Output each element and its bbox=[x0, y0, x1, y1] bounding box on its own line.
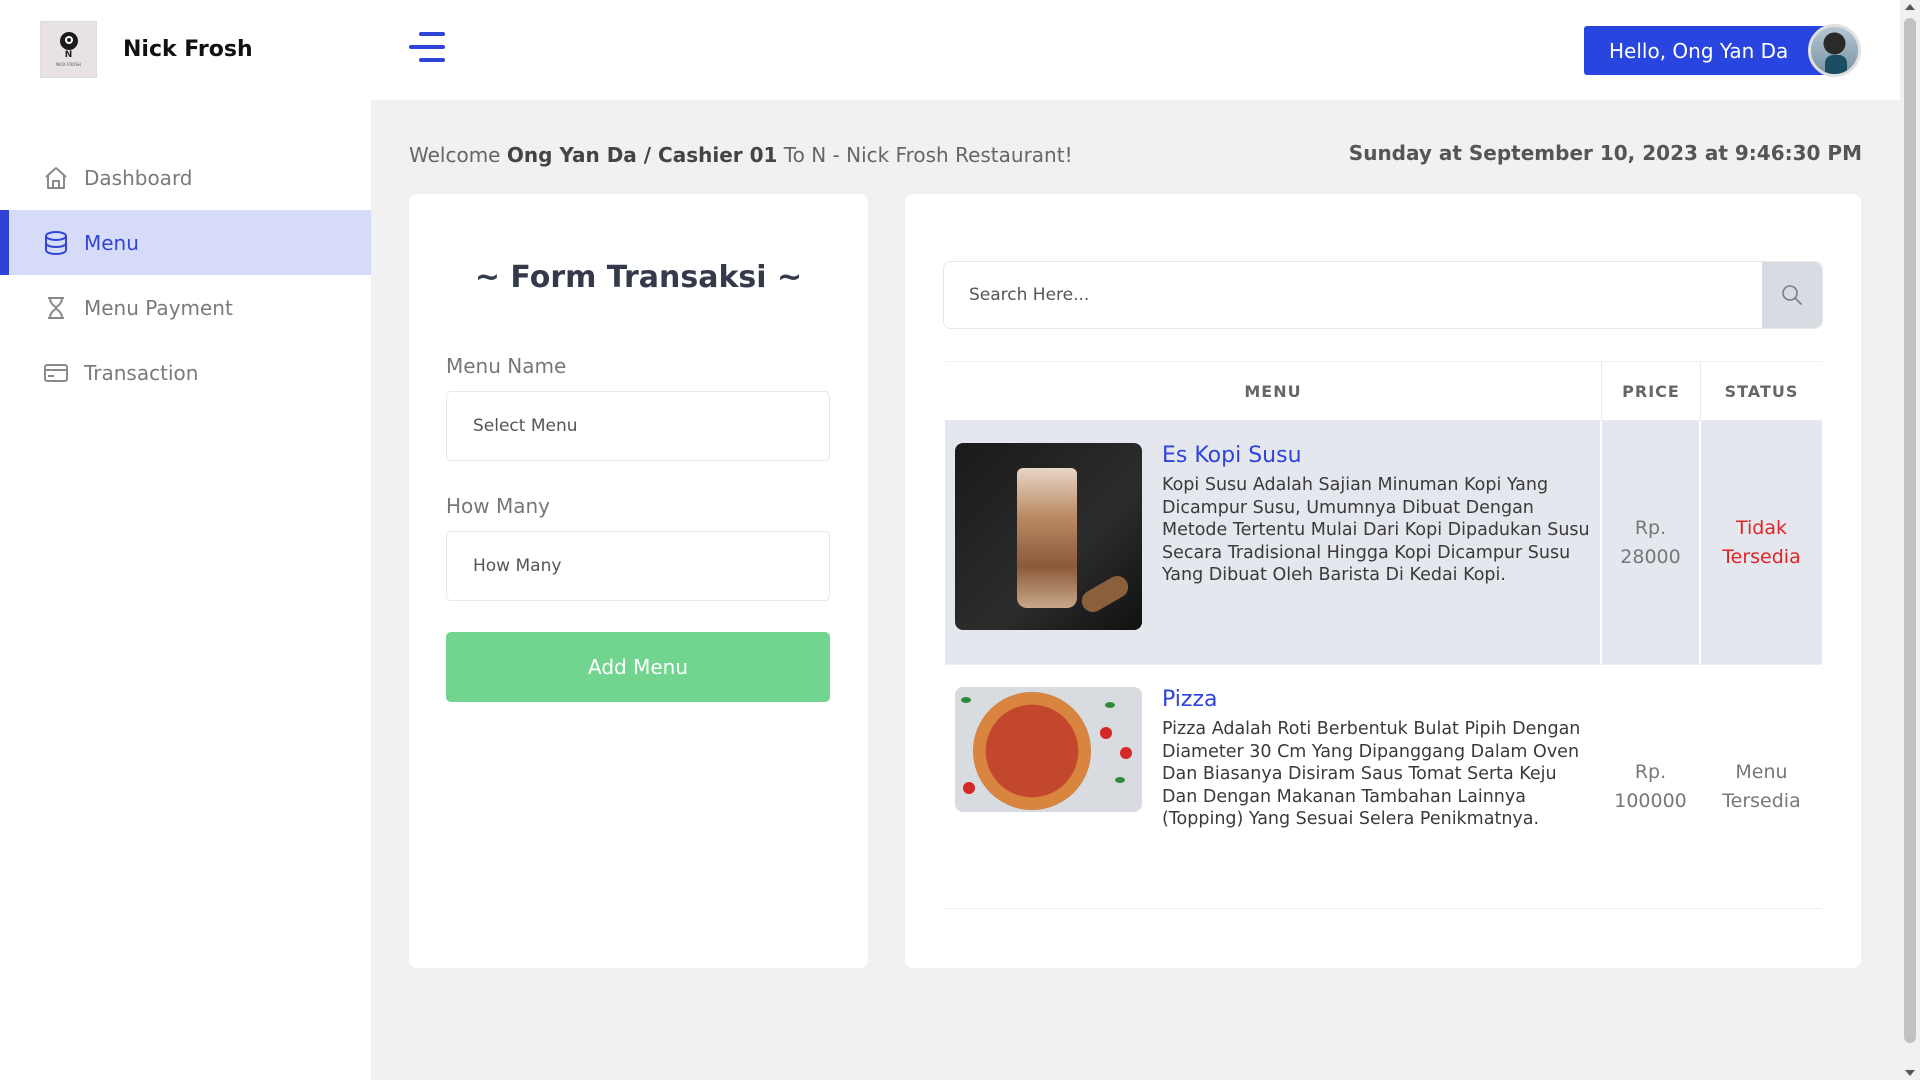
status-cell: Tidak Tersedia bbox=[1701, 421, 1822, 664]
scroll-down-arrow-icon[interactable] bbox=[1905, 1070, 1915, 1076]
item-name[interactable]: Es Kopi Susu bbox=[1162, 443, 1590, 468]
current-datetime: Sunday at September 10, 2023 at 9:46:30 … bbox=[1348, 141, 1862, 165]
price-cell: Rp. 28000 bbox=[1602, 421, 1701, 664]
search-input[interactable]: Search Here... bbox=[944, 262, 1764, 328]
avatar[interactable] bbox=[1808, 24, 1861, 77]
menu-cell: Es Kopi Susu Kopi Susu Adalah Sajian Min… bbox=[945, 421, 1602, 664]
menu-name-label: Menu Name bbox=[446, 354, 567, 378]
hamburger-line bbox=[419, 32, 445, 36]
welcome-user: Ong Yan Da / Cashier 01 bbox=[506, 143, 778, 167]
item-info: Pizza Pizza Adalah Roti Berbentuk Bulat … bbox=[1162, 687, 1590, 831]
table-row[interactable]: Es Kopi Susu Kopi Susu Adalah Sajian Min… bbox=[945, 421, 1822, 665]
sidebar-item-label: Transaction bbox=[84, 360, 199, 385]
sidebar-item-transaction[interactable]: Transaction bbox=[0, 340, 371, 405]
table-header: MENU PRICE STATUS bbox=[945, 361, 1822, 421]
sidebar: N NICK FROSH Nick Frosh Dashboard Menu M… bbox=[0, 0, 371, 1080]
brand-logo: N NICK FROSH bbox=[40, 21, 97, 78]
column-header-status: STATUS bbox=[1724, 381, 1799, 401]
scrollbar-thumb[interactable] bbox=[1904, 18, 1916, 1043]
price-value: 28000 bbox=[1620, 545, 1681, 568]
how-many-placeholder: How Many bbox=[473, 556, 562, 576]
status-line-1: Menu bbox=[1735, 760, 1788, 783]
es-kopi-susu-image bbox=[955, 443, 1142, 630]
item-name[interactable]: Pizza bbox=[1162, 687, 1590, 712]
form-title: ~ Form Transaksi ~ bbox=[474, 260, 803, 295]
item-description: Kopi Susu Adalah Sajian Minuman Kopi Yan… bbox=[1162, 475, 1590, 585]
price-cell: Rp. 100000 bbox=[1602, 665, 1701, 908]
item-description: Pizza Adalah Roti Berbentuk Bulat Pipih … bbox=[1162, 719, 1581, 829]
item-info: Es Kopi Susu Kopi Susu Adalah Sajian Min… bbox=[1162, 443, 1590, 587]
table-row[interactable]: Pizza Pizza Adalah Roti Berbentuk Bulat … bbox=[945, 665, 1822, 909]
price-prefix: Rp. bbox=[1634, 516, 1667, 539]
add-menu-button[interactable]: Add Menu bbox=[446, 632, 830, 702]
status-line-1: Tidak bbox=[1735, 516, 1787, 539]
pizza-image bbox=[955, 687, 1142, 812]
brand-name: Nick Frosh bbox=[123, 37, 253, 62]
top-header: Hello, Ong Yan Da bbox=[371, 0, 1900, 100]
logo-mark-icon bbox=[59, 32, 78, 50]
column-header-menu: MENU bbox=[945, 362, 1602, 420]
sidebar-item-dashboard[interactable]: Dashboard bbox=[0, 145, 371, 210]
status-cell: Menu Tersedia bbox=[1701, 665, 1822, 908]
search-icon bbox=[1782, 285, 1802, 305]
scroll-up-arrow-icon[interactable] bbox=[1905, 4, 1915, 10]
page-scrollbar[interactable] bbox=[1900, 0, 1920, 1080]
search-placeholder: Search Here... bbox=[969, 285, 1090, 305]
search-button[interactable] bbox=[1762, 262, 1822, 328]
welcome-message: Welcome Ong Yan Da / Cashier 01 To N - N… bbox=[409, 143, 1073, 167]
sidebar-item-menu-payment[interactable]: Menu Payment bbox=[0, 275, 371, 340]
status-line-2: Tersedia bbox=[1722, 789, 1801, 812]
transaction-form-card: ~ Form Transaksi ~ Menu Name Select Menu… bbox=[409, 194, 868, 968]
brand[interactable]: N NICK FROSH Nick Frosh bbox=[40, 21, 253, 78]
home-icon bbox=[43, 165, 69, 191]
welcome-suffix: To N - Nick Frosh Restaurant! bbox=[783, 143, 1073, 167]
menu-cell: Pizza Pizza Adalah Roti Berbentuk Bulat … bbox=[945, 665, 1602, 908]
menu-table-card: Search Here... MENU PRICE STATUS Es Kopi… bbox=[905, 194, 1861, 968]
how-many-label: How Many bbox=[446, 494, 551, 518]
database-icon bbox=[43, 230, 69, 256]
price-value: 100000 bbox=[1614, 789, 1687, 812]
status-line-2: Tersedia bbox=[1722, 545, 1801, 568]
logo-tagline: NICK FROSH bbox=[56, 62, 81, 67]
welcome-prefix: Welcome bbox=[409, 143, 501, 167]
menu-name-select[interactable]: Select Menu bbox=[446, 391, 830, 461]
logo-letter: N bbox=[64, 50, 73, 60]
menu-table: MENU PRICE STATUS Es Kopi Susu Kopi Susu… bbox=[945, 361, 1822, 909]
sidebar-item-label: Dashboard bbox=[84, 165, 193, 190]
column-header-price: PRICE bbox=[1602, 362, 1701, 420]
menu-name-placeholder: Select Menu bbox=[473, 416, 578, 436]
hamburger-line bbox=[409, 45, 445, 49]
user-greeting-button[interactable]: Hello, Ong Yan Da bbox=[1584, 26, 1845, 75]
sidebar-item-label: Menu Payment bbox=[84, 295, 233, 320]
sidebar-nav: Dashboard Menu Menu Payment Transaction bbox=[0, 145, 371, 405]
sidebar-item-label: Menu bbox=[84, 230, 139, 255]
sidebar-item-menu[interactable]: Menu bbox=[0, 210, 371, 275]
hourglass-icon bbox=[43, 295, 69, 321]
hamburger-line bbox=[419, 58, 445, 62]
price-prefix: Rp. bbox=[1634, 760, 1667, 783]
search-bar: Search Here... bbox=[943, 261, 1823, 329]
how-many-input[interactable]: How Many bbox=[446, 531, 830, 601]
credit-card-icon bbox=[43, 360, 69, 386]
hamburger-menu-icon[interactable] bbox=[409, 32, 445, 62]
